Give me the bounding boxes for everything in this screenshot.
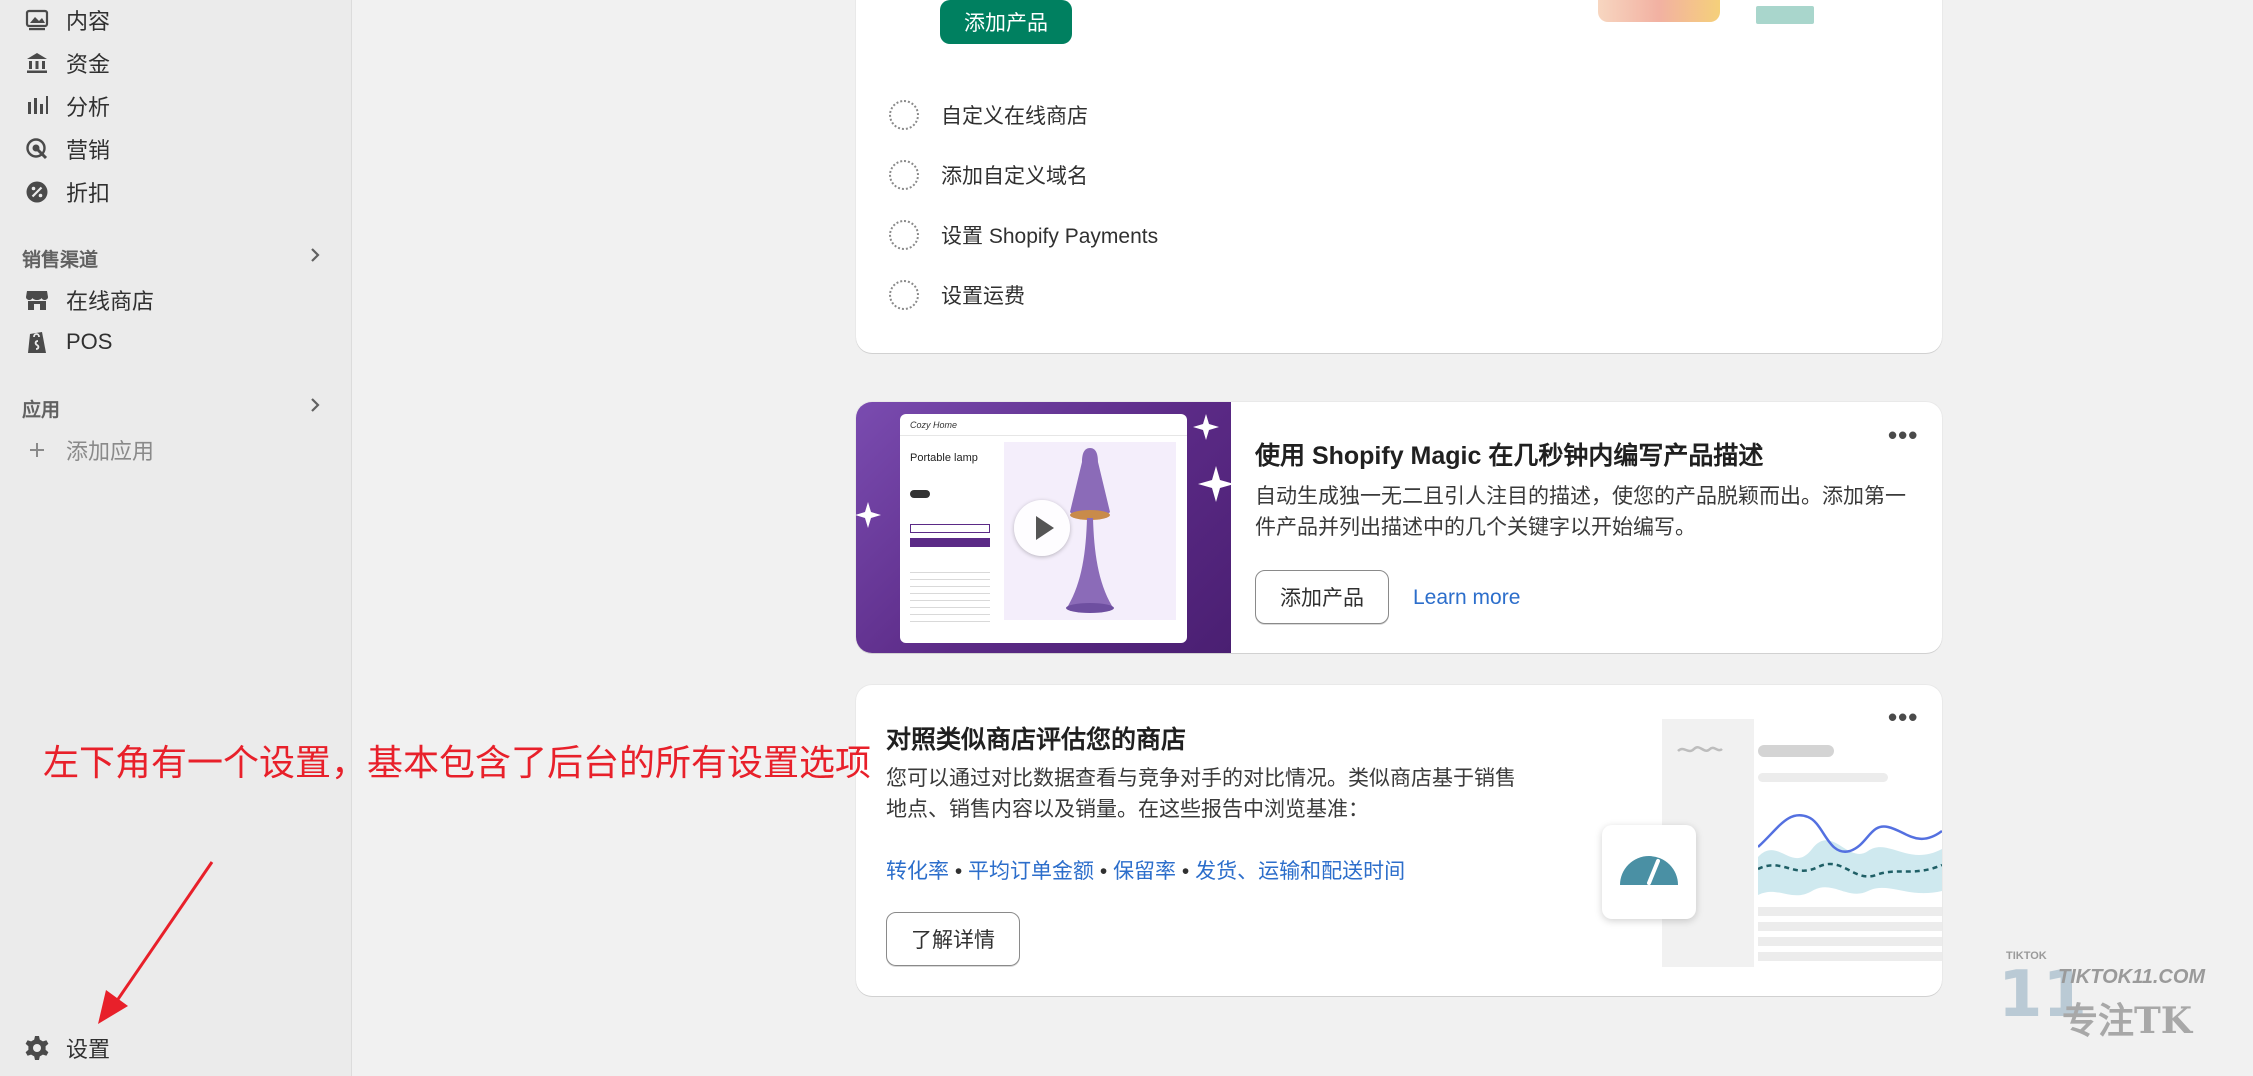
task-label: 设置 Shopify Payments [941,225,1159,248]
magic-card-title: 使用 Shopify Magic 在几秒钟内编写产品描述 [1255,442,1764,470]
content-icon [22,5,52,35]
sidebar-item-label: 资金 [66,52,111,77]
gauge-tile [1602,825,1696,919]
task-label: 自定义在线商店 [941,105,1088,128]
sidebar-item-label: POS [66,329,113,354]
learn-details-button[interactable]: 了解详情 [886,912,1020,966]
apps-section[interactable]: 应用 [22,393,322,423]
task-customize-store[interactable]: 自定义在线商店 [889,97,1088,133]
incomplete-task-icon[interactable] [889,280,919,310]
chevron-right-icon [308,396,322,420]
task-setup-payments[interactable]: 设置 Shopify Payments [889,217,1158,253]
sidebar-item-discounts[interactable]: 折扣 [22,174,322,210]
metric-link-shipping[interactable]: 发货、运输和配送时间 [1195,860,1405,883]
analytics-icon [22,91,52,121]
sidebar-item-online-store[interactable]: 在线商店 [22,282,322,318]
annotation-arrow-icon [98,861,214,1024]
sales-channels-section[interactable]: 销售渠道 [22,243,322,273]
plus-icon [22,435,52,465]
magic-add-product-button[interactable]: 添加产品 [1255,570,1389,624]
sidebar-item-label: 设置 [66,1037,111,1062]
setup-illustration-accent [1756,6,1814,24]
sidebar-item-label: 在线商店 [66,289,155,314]
mockup-product-name: Portable lamp [910,452,978,464]
mockup-button [910,538,990,547]
apps-heading: 应用 [22,399,61,421]
pos-icon [22,327,52,357]
incomplete-task-icon[interactable] [889,100,919,130]
task-add-domain[interactable]: 添加自定义域名 [889,157,1088,193]
benchmark-card-body: 您可以通过对比数据查看与竞争对手的对比情况。类似商店基于销售地点、销售内容以及销… [886,767,1516,821]
metric-link-conversion[interactable]: 转化率 [886,860,949,883]
metric-separator: • [1094,860,1114,883]
bank-icon [22,48,52,78]
learn-more-link[interactable]: Learn more [1413,586,1520,610]
metric-separator: • [1176,860,1196,883]
annotation-text: 左下角有一个设置，基本包含了后台的所有设置选项 [43,742,872,783]
chevron-right-icon [308,246,322,270]
add-app-button[interactable]: 添加应用 [22,432,322,468]
benchmark-metrics: 转化率 • 平均订单金额 • 保留率 • 发货、运输和配送时间 [886,855,1405,885]
discount-icon [22,177,52,207]
store-mockup: Cozy Home Portable lamp [900,414,1187,643]
task-label: 添加自定义域名 [941,165,1088,188]
watermark-logo: TIKTOK 11 TIKTOK11.COM 专注TK [1996,950,2236,1042]
more-options-icon[interactable]: ••• [1888,702,1918,733]
sidebar-item-marketing[interactable]: 营销 [22,131,322,167]
task-setup-shipping[interactable]: 设置运费 [889,277,1025,313]
magic-preview-image: Cozy Home Portable lamp [856,402,1231,653]
sidebar-item-finance[interactable]: 资金 [22,45,322,81]
metric-separator: • [949,860,969,883]
gear-icon [22,1033,52,1063]
sidebar-item-label: 分析 [66,95,111,120]
sidebar-item-pos[interactable]: POS [22,324,322,360]
benchmark-illustration [1662,719,1942,967]
marketing-icon [22,134,52,164]
mockup-description [910,572,990,628]
watermark-domain: TIKTOK11.COM [2058,966,2206,988]
play-video-button[interactable] [1014,500,1070,556]
mockup-variant [910,490,930,498]
sidebar-item-label: 折扣 [66,181,111,206]
benchmark-card-title: 对照类似商店评估您的商店 [886,726,1187,754]
task-label: 设置运费 [941,285,1025,308]
sidebar-item-settings[interactable]: 设置 [22,1030,322,1066]
sidebar-item-label: 营销 [66,138,111,163]
sidebar-item-analytics[interactable]: 分析 [22,88,322,124]
setup-illustration [1598,0,1720,22]
sidebar-item-label: 内容 [66,9,111,34]
more-options-icon[interactable]: ••• [1888,420,1918,451]
play-icon [1036,516,1054,540]
incomplete-task-icon[interactable] [889,220,919,250]
incomplete-task-icon[interactable] [889,160,919,190]
watermark-tagline: 专注TK [2062,1000,2193,1042]
metric-link-retention[interactable]: 保留率 [1113,860,1176,883]
magic-card-body: 自动生成独一无二且引人注目的描述，使您的产品脱颖而出。添加第一件产品并列出描述中… [1255,485,1906,539]
mockup-store-name: Cozy Home [900,414,1187,436]
sidebar-item-content[interactable]: 内容 [22,2,322,38]
sales-channels-heading: 销售渠道 [22,249,99,271]
add-app-label: 添加应用 [66,439,155,464]
store-icon [22,285,52,315]
mockup-button [910,524,990,533]
gauge-icon [1620,856,1678,885]
metric-link-aov[interactable]: 平均订单金额 [968,860,1094,883]
add-product-button[interactable]: 添加产品 [940,0,1072,44]
